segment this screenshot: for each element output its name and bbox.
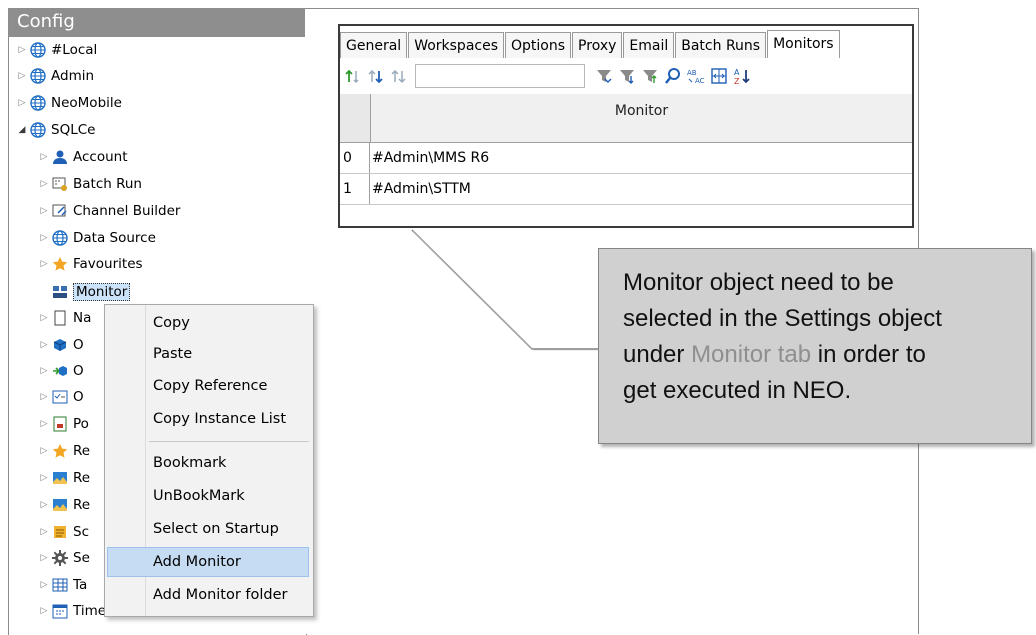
callout-text: in order to [811, 341, 926, 368]
callout-line-4: get executed in NEO. [623, 377, 852, 404]
annotation-callout: Monitor object need to be selected in th… [598, 248, 1032, 444]
menu-item-add-monitor[interactable]: Add Monitor [153, 547, 241, 577]
callout-highlight: Monitor tab [691, 341, 812, 368]
menu-separator [149, 441, 309, 442]
context-menu: Copy Paste Copy Reference Copy Instance … [104, 304, 314, 617]
menu-item-copy-reference[interactable]: Copy Reference [153, 371, 267, 401]
menu-item-paste[interactable]: Paste [153, 339, 192, 369]
callout-line-3: under Monitor tab in order to [623, 337, 1031, 373]
menu-item-add-monitor-folder[interactable]: Add Monitor folder [153, 580, 288, 610]
callout-line-2: selected in the Settings object [623, 305, 942, 332]
callout-text: under [623, 341, 692, 368]
menu-item-copy[interactable]: Copy [153, 308, 190, 338]
menu-item-select-on-startup[interactable]: Select on Startup [153, 514, 279, 544]
menu-item-unbookmark[interactable]: UnBookMark [153, 481, 245, 511]
menu-item-bookmark[interactable]: Bookmark [153, 448, 226, 478]
menu-item-copy-instance-list[interactable]: Copy Instance List [153, 404, 286, 434]
callout-line-1: Monitor object need to be [623, 269, 894, 296]
